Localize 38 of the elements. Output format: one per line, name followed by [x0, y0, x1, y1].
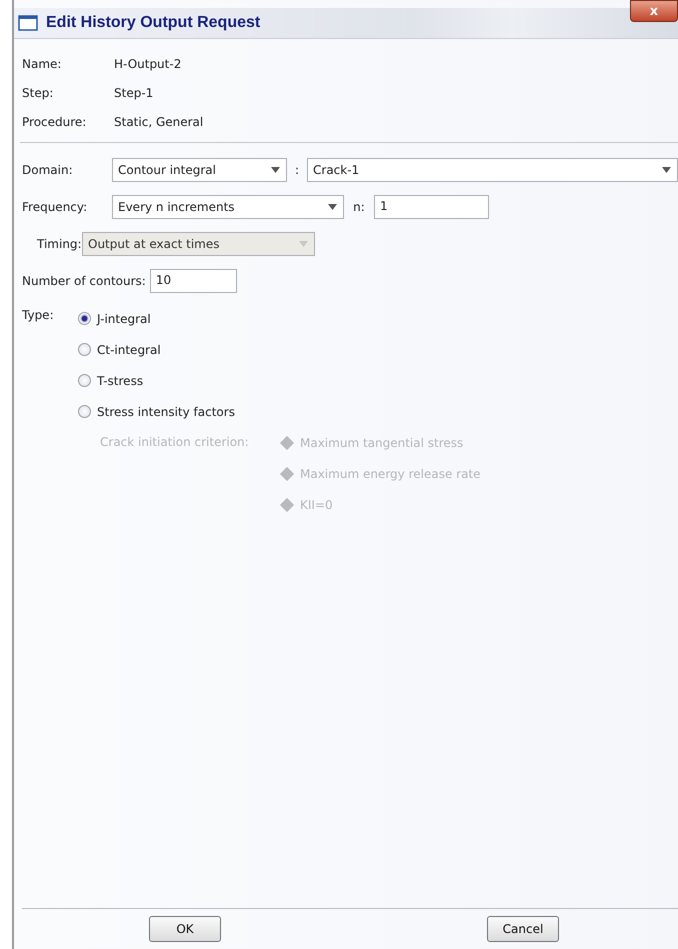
dropdown-value: Every n increments [118, 200, 235, 214]
radio-button[interactable] [78, 312, 91, 325]
window-title: Edit History Output Request [46, 14, 262, 32]
dropdown-value: Crack-1 [313, 162, 360, 176]
field-label: Domain: [22, 162, 74, 176]
dropdown[interactable]: Contour integral [112, 158, 287, 182]
field-label: Frequency: [22, 200, 88, 214]
radio-button[interactable] [78, 374, 91, 387]
dropdown[interactable]: Every n increments [112, 194, 344, 218]
field-label: Crack initiation criterion: [100, 434, 250, 451]
radio-option[interactable]: J-integral [78, 303, 481, 334]
field-label: Procedure: [22, 114, 88, 128]
field-value: Static, General [114, 114, 204, 128]
caret-icon [271, 166, 280, 172]
field-label: Step: [22, 86, 54, 100]
radio-option[interactable]: Stress intensity factors [78, 396, 481, 427]
caret-icon [662, 166, 671, 172]
dialog-button[interactable]: Cancel [487, 916, 559, 942]
dropdown[interactable]: Crack-1 [307, 158, 678, 182]
caret-icon [299, 240, 308, 246]
dialog-button[interactable]: OK [149, 916, 221, 942]
caret-icon [328, 204, 337, 210]
field-label: Name: [22, 56, 62, 70]
field-value: Step-1 [114, 86, 154, 100]
separator-label: : [294, 162, 300, 176]
field-label: n: [352, 200, 366, 214]
dropdown-value: Output at exact times [88, 236, 220, 250]
radio-button[interactable] [78, 405, 91, 418]
input-field[interactable]: 10 [150, 268, 237, 292]
field-value: H-Output-2 [114, 56, 182, 70]
field-label: Number of contours: [22, 274, 146, 288]
window-icon [18, 15, 38, 31]
input-field[interactable]: 1 [374, 194, 489, 218]
radio-option[interactable]: Ct-integral [78, 334, 481, 365]
radio-option[interactable]: T-stress [78, 365, 481, 396]
field-label: Type: [22, 307, 55, 324]
radio-button[interactable] [78, 343, 91, 356]
dropdown-value: Contour integral [118, 162, 216, 176]
